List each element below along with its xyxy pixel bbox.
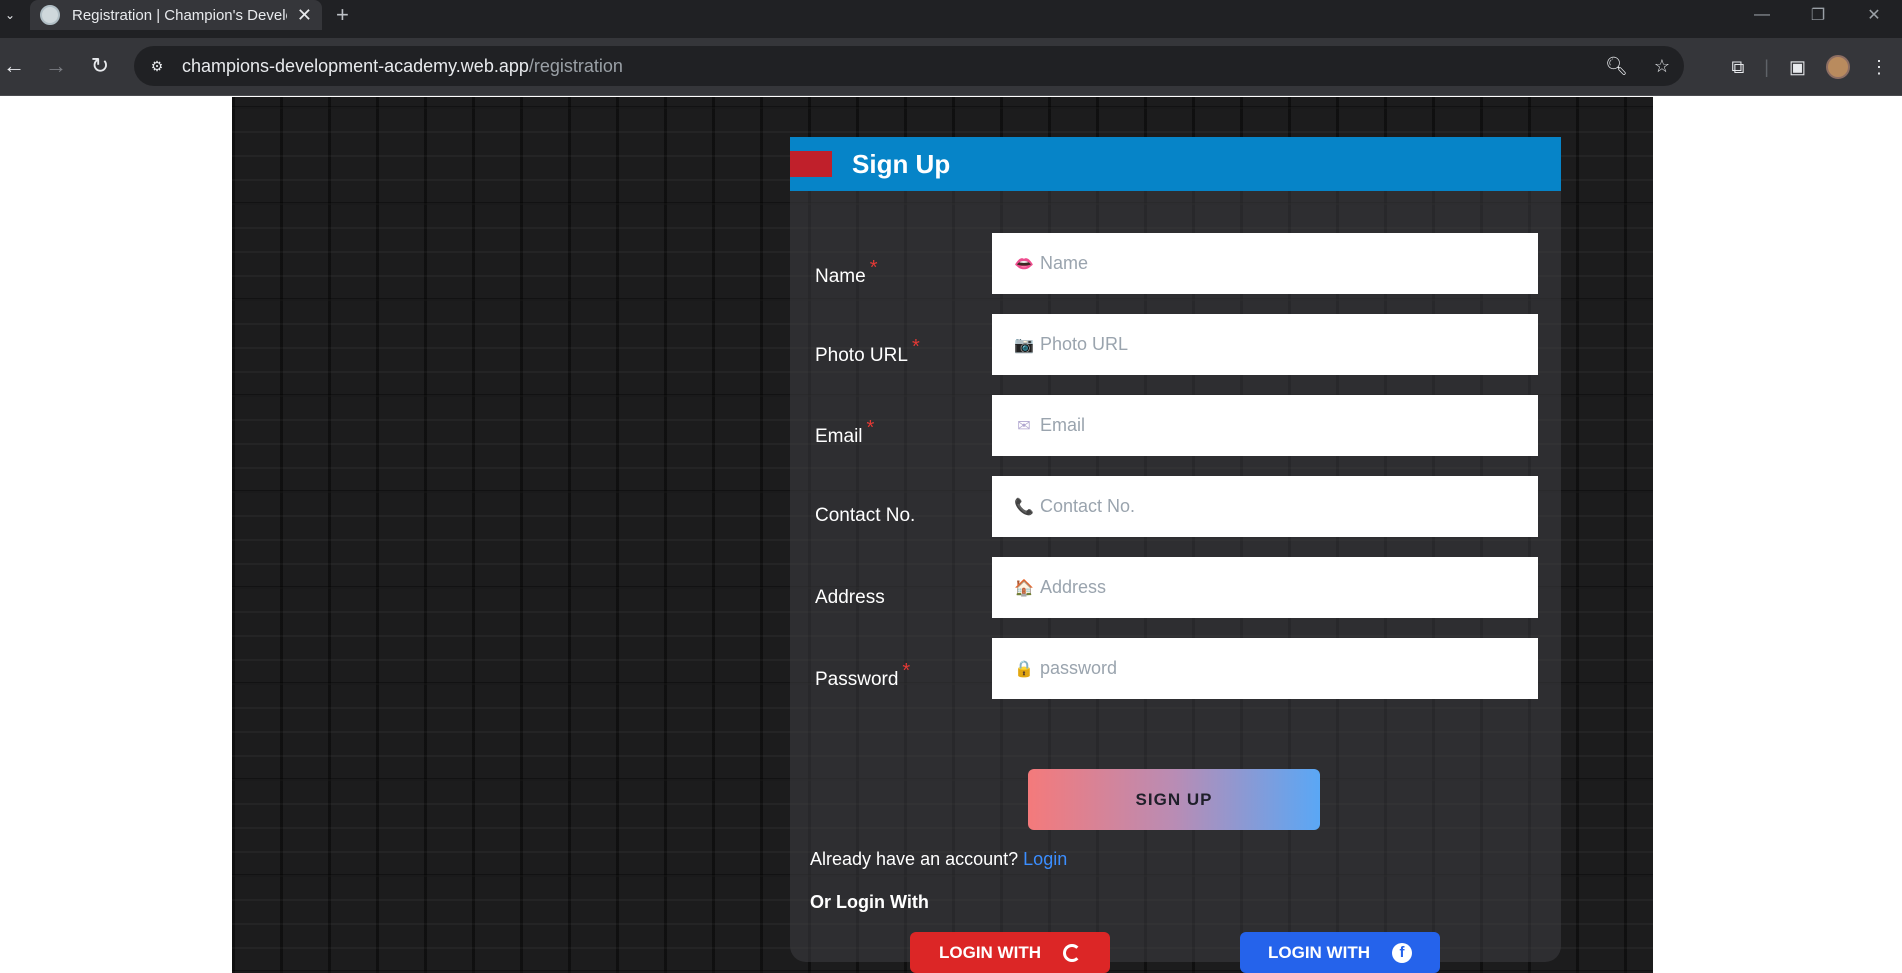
tab-close-icon[interactable]: ✕: [297, 5, 312, 26]
forward-arrow-icon[interactable]: →: [42, 52, 70, 80]
card-header: Sign Up: [790, 137, 1561, 191]
side-panel-icon[interactable]: ▣: [1789, 57, 1806, 78]
label-text: Name: [815, 266, 866, 287]
signup-card: Sign Up Name* 👄 Photo URL* 📷 Email*: [790, 137, 1561, 973]
contact-input[interactable]: [1040, 496, 1520, 517]
browser-tab[interactable]: Registration | Champion's Development Ac…: [30, 0, 322, 30]
form-row-name: Name * 👄: [790, 233, 1561, 295]
login-link[interactable]: Login: [1023, 849, 1067, 869]
or-login-with-heading: Or Login With: [810, 892, 929, 912]
address-input[interactable]: [1040, 577, 1520, 598]
label-text: Address: [815, 587, 885, 608]
form-row-contact: Contact No. 📞: [790, 476, 1561, 538]
camera-icon: 📷: [1014, 336, 1034, 354]
facebook-login-label: LOGIN WITH: [1268, 942, 1370, 962]
form-row-password: Password * 🔒: [790, 638, 1561, 700]
google-icon: [1062, 943, 1081, 962]
lips-icon: 👄: [1014, 255, 1034, 273]
restore-button[interactable]: ❐: [1790, 0, 1846, 30]
required-asterisk: *: [911, 336, 920, 358]
wood-pattern-background: Sign Up Name* 👄 Photo URL* 📷 Email*: [232, 97, 1653, 973]
browser-toolbar: ← → ↻ ⚙ champions-development-academy.we…: [0, 38, 1902, 96]
lock-icon: 🔒: [1014, 660, 1034, 678]
house-icon: 🏠: [1014, 579, 1034, 597]
field-label: Name *: [815, 257, 877, 288]
url-text: champions-development-academy.web.app/re…: [182, 56, 623, 77]
google-login-button[interactable]: LOGIN WITH: [910, 932, 1110, 973]
bookmark-star-icon[interactable]: ☆: [1654, 56, 1670, 77]
form-row-photo: Photo URL * 📷: [790, 314, 1561, 376]
toolbar-divider: |: [1764, 56, 1769, 77]
contact-field[interactable]: 📞: [992, 476, 1538, 537]
form-row-address: Address 🏠: [790, 557, 1561, 619]
browser-tabstrip: ⌄ Registration | Champion's Development …: [0, 0, 1902, 38]
favicon-icon: [40, 5, 60, 25]
label-text: Password: [815, 669, 899, 690]
field-label: Contact No.: [815, 504, 919, 527]
url-path: /registration: [528, 55, 623, 76]
page-title: Sign Up: [852, 148, 951, 179]
extensions-icon[interactable]: ⧉: [1731, 57, 1744, 78]
page-viewport: Sign Up Name* 👄 Photo URL* 📷 Email*: [0, 97, 1902, 973]
required-asterisk: *: [869, 257, 878, 279]
back-arrow-icon[interactable]: ←: [0, 52, 28, 80]
required-asterisk: *: [866, 417, 875, 439]
password-input[interactable]: [1040, 658, 1520, 679]
header-accent-block: [790, 151, 832, 177]
profile-avatar[interactable]: [1826, 55, 1850, 79]
facebook-login-button[interactable]: LOGIN WITH f: [1240, 932, 1440, 973]
label-text: Contact No.: [815, 505, 916, 526]
window-controls: — ❐ ✕: [1734, 0, 1902, 30]
phone-icon: 📞: [1014, 498, 1034, 516]
envelope-icon: ✉: [1017, 417, 1031, 435]
new-tab-button[interactable]: +: [336, 0, 349, 30]
email-field[interactable]: ✉: [992, 395, 1538, 456]
url-host: champions-development-academy.web.app: [182, 55, 529, 76]
address-field[interactable]: 🏠: [992, 557, 1538, 618]
email-input[interactable]: [1040, 415, 1520, 436]
facebook-icon: f: [1391, 942, 1412, 963]
signup-button[interactable]: SIGN UP: [1028, 769, 1320, 830]
site-info-icon[interactable]: ⚙: [146, 55, 168, 77]
photo-url-field[interactable]: 📷: [992, 314, 1538, 375]
window-close-button[interactable]: ✕: [1846, 0, 1902, 30]
address-bar[interactable]: ⚙ champions-development-academy.web.app/…: [134, 46, 1684, 86]
label-text: Email: [815, 426, 863, 447]
google-login-label: LOGIN WITH: [939, 942, 1041, 962]
minimize-button[interactable]: —: [1734, 0, 1790, 30]
already-account-text: Already have an account? Login: [810, 849, 1067, 870]
password-field[interactable]: 🔒: [992, 638, 1538, 699]
name-field[interactable]: 👄: [992, 233, 1538, 294]
tab-title: Registration | Champion's Development Ac…: [72, 6, 287, 24]
name-input[interactable]: [1040, 253, 1520, 274]
browser-menu-icon[interactable]: ⋮: [1870, 57, 1888, 78]
field-label: Photo URL *: [815, 336, 920, 367]
field-label: Email *: [815, 417, 874, 448]
label-text: Photo URL: [815, 345, 908, 366]
field-label: Address: [815, 586, 889, 609]
field-label: Password *: [815, 660, 910, 691]
photo-url-input[interactable]: [1040, 334, 1520, 355]
zoom-icon[interactable]: 🔍︎: [1605, 56, 1628, 77]
reload-icon[interactable]: ↻: [86, 52, 114, 80]
tab-search-icon[interactable]: ⌄: [0, 0, 20, 30]
form-row-email: Email * ✉: [790, 395, 1561, 457]
already-text: Already have an account?: [810, 849, 1019, 869]
required-asterisk: *: [902, 660, 911, 682]
